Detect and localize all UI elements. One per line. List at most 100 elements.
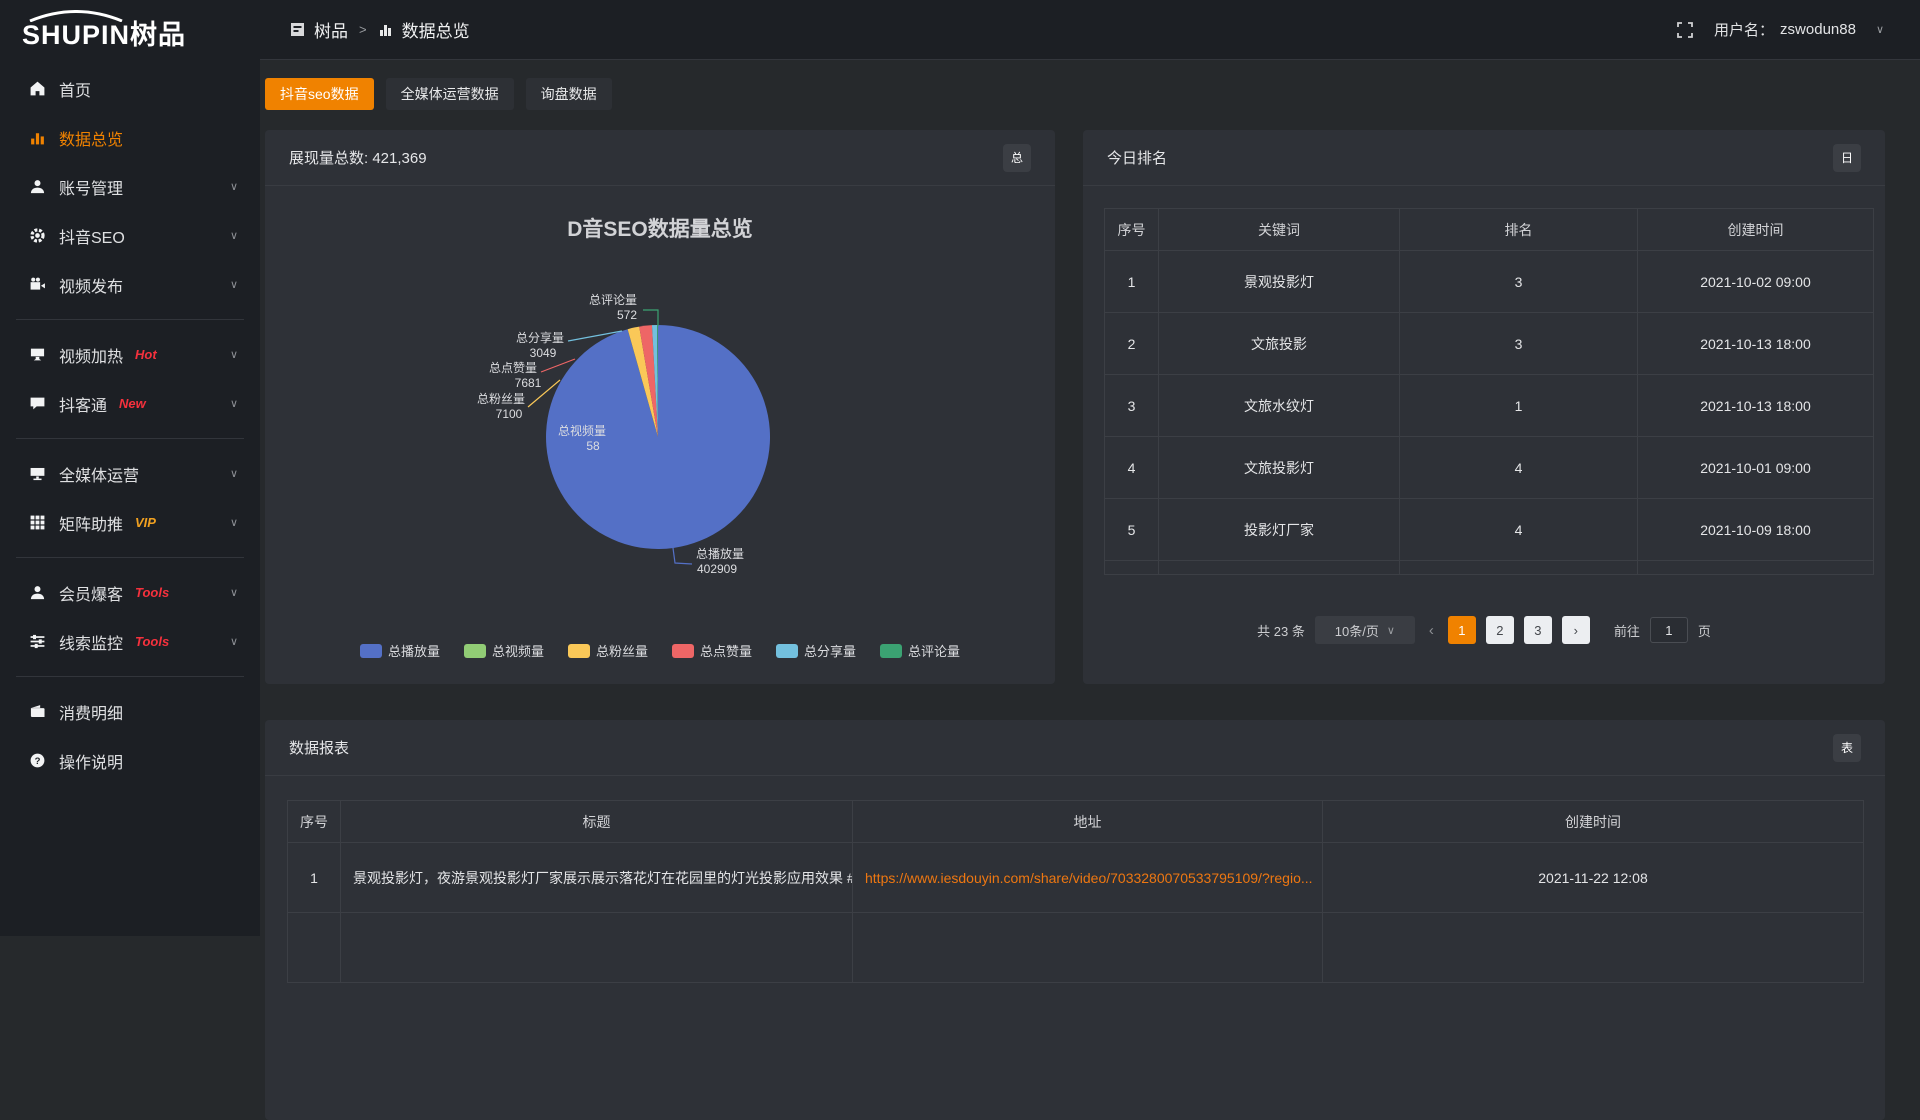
sidebar-item-instructions[interactable]: ? 操作说明 bbox=[0, 736, 260, 785]
table-row[interactable]: 4 文旅投影灯 4 2021-10-01 09:00 bbox=[1105, 437, 1874, 499]
table-row[interactable]: 2 文旅投影 3 2021-10-13 18:00 bbox=[1105, 313, 1874, 375]
logo-zone: SHUPIN树品 bbox=[0, 0, 260, 60]
chevron-down-icon: ∨ bbox=[230, 229, 238, 242]
goto-label: 前往 bbox=[1614, 621, 1640, 640]
chart-title: D音SEO数据量总览 bbox=[567, 217, 753, 241]
chevron-down-icon: ∨ bbox=[230, 278, 238, 291]
breadcrumb-item-home[interactable]: 树品 bbox=[314, 17, 348, 42]
wallet-icon bbox=[28, 703, 46, 721]
ranking-title: 今日排名 bbox=[1107, 147, 1167, 168]
legend-item-shares[interactable]: 总分享量 bbox=[776, 641, 856, 660]
sidebar-item-label: 数据总览 bbox=[59, 126, 123, 150]
pagination: 共 23 条 10条/页 ∨ ‹ 1 2 3 › 前往 页 bbox=[1083, 616, 1885, 644]
cell-time: 2021-10-02 09:00 bbox=[1638, 251, 1874, 313]
sidebar-item-label: 全媒体运营 bbox=[59, 462, 139, 486]
table-view-button[interactable]: 表 bbox=[1833, 734, 1861, 762]
total-view-button[interactable]: 总 bbox=[1003, 144, 1031, 172]
user-icon bbox=[28, 584, 46, 602]
page-button-1[interactable]: 1 bbox=[1448, 616, 1476, 644]
chevron-down-icon: ∨ bbox=[230, 180, 238, 193]
page-button-2[interactable]: 2 bbox=[1486, 616, 1514, 644]
legend-label: 总视频量 bbox=[492, 641, 544, 660]
sidebar-item-consumption[interactable]: 消费明细 bbox=[0, 687, 260, 736]
ranking-panel-header: 今日排名 日 bbox=[1083, 130, 1885, 186]
pie-label-likes: 总点赞量 bbox=[489, 361, 537, 375]
chevron-down-icon[interactable]: ∨ bbox=[1876, 23, 1884, 36]
table-row[interactable]: 5 投影灯厂家 4 2021-10-09 18:00 bbox=[1105, 499, 1874, 561]
pie-value-fans: 7100 bbox=[496, 407, 523, 421]
breadcrumb-item-current[interactable]: 数据总览 bbox=[402, 17, 470, 42]
cell-rank: 4 bbox=[1400, 499, 1638, 561]
svg-text:?: ? bbox=[34, 756, 40, 767]
sidebar-item-all-media[interactable]: 全媒体运营 ∨ bbox=[0, 449, 260, 498]
cell-keyword: 文旅水纹灯 bbox=[1159, 375, 1400, 437]
sidebar-item-home[interactable]: 首页 bbox=[0, 64, 260, 113]
topbar: SHUPIN树品 树品 > 数据总览 用户名： zswodun88 ∨ bbox=[0, 0, 1920, 60]
legend-swatch bbox=[672, 644, 694, 658]
sidebar-item-member-burst[interactable]: 会员爆客 Tools ∨ bbox=[0, 568, 260, 617]
app-logo[interactable]: SHUPIN树品 bbox=[22, 12, 186, 49]
bar-chart-icon bbox=[378, 22, 393, 37]
gear-icon bbox=[28, 227, 46, 245]
ranking-table: 序号 关键词 排名 创建时间 1 景观投影灯 3 2021-10-02 09:0… bbox=[1104, 208, 1874, 575]
breadcrumb-separator: > bbox=[357, 22, 369, 37]
page-button-3[interactable]: 3 bbox=[1524, 616, 1552, 644]
table-row[interactable]: 3 文旅水纹灯 1 2021-10-13 18:00 bbox=[1105, 375, 1874, 437]
sidebar-item-lead-monitor[interactable]: 线索监控 Tools ∨ bbox=[0, 617, 260, 666]
table-header-row: 序号 关键词 排名 创建时间 bbox=[1105, 209, 1874, 251]
tab-all-media-data[interactable]: 全媒体运营数据 bbox=[386, 78, 514, 110]
legend-item-comments[interactable]: 总评论量 bbox=[880, 641, 960, 660]
cell-no: 1 bbox=[1105, 251, 1159, 313]
col-header-keyword: 关键词 bbox=[1159, 209, 1400, 251]
username-value[interactable]: zswodun88 bbox=[1780, 21, 1856, 38]
tab-douyin-seo-data[interactable]: 抖音seo数据 bbox=[265, 78, 374, 110]
sidebar-item-label: 操作说明 bbox=[59, 749, 123, 773]
table-header-row: 序号 标题 地址 创建时间 bbox=[288, 801, 1864, 843]
cell-time: 2021-10-13 18:00 bbox=[1638, 375, 1874, 437]
chart-legend: 总播放量 总视频量 总粉丝量 总点赞量 总分享量 总评论量 bbox=[265, 641, 1055, 660]
daily-view-button[interactable]: 日 bbox=[1833, 144, 1861, 172]
legend-item-fans[interactable]: 总粉丝量 bbox=[568, 641, 648, 660]
prev-page-icon[interactable]: ‹ bbox=[1425, 622, 1438, 639]
sidebar-item-label: 抖客通 bbox=[59, 392, 107, 416]
table-row[interactable]: 1 景观投影灯，夜游景观投影灯厂家展示展示落花灯在花园里的灯光投影应用效果 # … bbox=[288, 843, 1864, 913]
sidebar-item-video-publish[interactable]: 视频发布 ∨ bbox=[0, 260, 260, 309]
pie-value-videos: 58 bbox=[586, 439, 600, 453]
cell-no: 3 bbox=[1105, 375, 1159, 437]
sidebar-item-account[interactable]: 账号管理 ∨ bbox=[0, 162, 260, 211]
cell-title: 景观投影灯，夜游景观投影灯厂家展示展示落花灯在花园里的灯光投影应用效果 # bbox=[341, 843, 853, 913]
page-size-select[interactable]: 10条/页 ∨ bbox=[1315, 616, 1415, 644]
legend-item-likes[interactable]: 总点赞量 bbox=[672, 641, 752, 660]
sidebar-item-doukettong[interactable]: 抖客通 New ∨ bbox=[0, 379, 260, 428]
col-header-title: 标题 bbox=[341, 801, 853, 843]
sidebar-item-matrix-boost[interactable]: 矩阵助推 VIP ∨ bbox=[0, 498, 260, 547]
pie-value-likes: 7681 bbox=[515, 376, 542, 390]
table-row[interactable]: 1 景观投影灯 3 2021-10-02 09:00 bbox=[1105, 251, 1874, 313]
cell-no: 1 bbox=[288, 843, 341, 913]
home-icon bbox=[28, 80, 46, 98]
legend-item-videos[interactable]: 总视频量 bbox=[464, 641, 544, 660]
goto-page-input[interactable] bbox=[1650, 617, 1688, 643]
pie-value-shares: 3049 bbox=[530, 346, 557, 360]
goto-suffix: 页 bbox=[1698, 621, 1711, 640]
grid-icon bbox=[28, 514, 46, 532]
chevron-down-icon: ∨ bbox=[230, 348, 238, 361]
user-icon bbox=[28, 178, 46, 196]
label-connector bbox=[643, 310, 658, 326]
fullscreen-icon[interactable] bbox=[1676, 21, 1694, 39]
sidebar-item-douyin-seo[interactable]: 抖音SEO ∨ bbox=[0, 211, 260, 260]
pie-label-fans: 总粉丝量 bbox=[477, 392, 525, 406]
tab-inquiry-data[interactable]: 询盘数据 bbox=[526, 78, 612, 110]
cell-url-link[interactable]: https://www.iesdouyin.com/share/video/70… bbox=[853, 843, 1323, 913]
main-content: 抖音seo数据 全媒体运营数据 询盘数据 展现量总数: 421,369 总 D音… bbox=[260, 60, 1920, 936]
legend-item-plays[interactable]: 总播放量 bbox=[360, 641, 440, 660]
tools-badge: Tools bbox=[135, 585, 169, 600]
sidebar-divider bbox=[16, 319, 244, 320]
sidebar-item-video-heat[interactable]: 视频加热 Hot ∨ bbox=[0, 330, 260, 379]
next-page-button[interactable]: › bbox=[1562, 616, 1590, 644]
sidebar-item-data-overview[interactable]: 数据总览 bbox=[0, 113, 260, 162]
ranking-panel: 今日排名 日 序号 关键词 排名 创建时间 1 景观投影灯 3 2021-10-… bbox=[1083, 130, 1885, 684]
legend-swatch bbox=[360, 644, 382, 658]
chart-panel: 展现量总数: 421,369 总 D音SEO数据量总览 总评论量 572 总分享… bbox=[265, 130, 1055, 684]
chevron-down-icon: ∨ bbox=[1387, 624, 1395, 637]
